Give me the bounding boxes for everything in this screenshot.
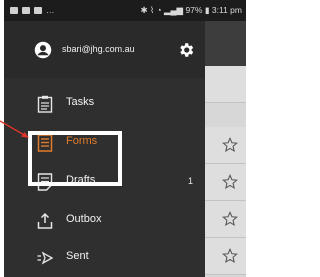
- list-item[interactable]: [204, 238, 246, 275]
- list-item[interactable]: [204, 127, 246, 164]
- phone-screen: … ✱ ⌇ ◔ ▂▄▆ 97% ▮ 3:11 pm sbari@jhg.com.…: [4, 0, 246, 277]
- battery-icon: ▮: [204, 5, 210, 15]
- message-notification-icon: [34, 7, 42, 14]
- status-system: ✱ ⌇ ◔ ▂▄▆ 97% ▮ 3:11 pm: [141, 0, 243, 21]
- account-avatar-icon[interactable]: [34, 41, 52, 59]
- list-item[interactable]: [204, 66, 246, 103]
- drawer-item-label: Tasks: [66, 96, 95, 108]
- drawer-item-label: Sent: [66, 250, 89, 262]
- more-notifications-icon: …: [46, 5, 56, 15]
- outbox-icon: [37, 212, 53, 229]
- battery-level: 97%: [185, 5, 203, 15]
- navigation-drawer: sbari@jhg.com.au Tasks Forms Drafts 1 Ou…: [4, 21, 205, 277]
- list-item[interactable]: [204, 201, 246, 238]
- mail-notification-icon: [22, 7, 30, 14]
- status-notifications: …: [10, 0, 56, 21]
- star-icon[interactable]: [222, 211, 238, 227]
- star-icon[interactable]: [222, 174, 238, 190]
- status-bar: … ✱ ⌇ ◔ ▂▄▆ 97% ▮ 3:11 pm: [4, 0, 246, 21]
- star-icon[interactable]: [222, 137, 238, 153]
- drawer-header: sbari@jhg.com.au: [4, 21, 205, 78]
- annotation-arrow-icon: [0, 120, 29, 138]
- list-item[interactable]: [204, 164, 246, 201]
- drawer-item-sent[interactable]: Sent: [4, 240, 205, 276]
- drawer-item-label: Outbox: [66, 213, 102, 225]
- star-icon[interactable]: [222, 248, 238, 264]
- clipboard-icon: [37, 95, 53, 113]
- background-app: [204, 21, 246, 277]
- send-icon: [37, 251, 53, 265]
- drawer-item-outbox[interactable]: Outbox: [4, 203, 205, 239]
- drafts-count-badge: 1: [187, 176, 193, 186]
- signal-icons: ✱ ⌇ ◔ ▂▄▆: [140, 5, 186, 15]
- drawer-item-tasks[interactable]: Tasks: [4, 86, 205, 122]
- annotation-highlight-box: [28, 131, 122, 186]
- image-notification-icon: [10, 7, 18, 14]
- gear-icon[interactable]: [177, 41, 195, 59]
- account-email[interactable]: sbari@jhg.com.au: [62, 44, 135, 54]
- status-time: 3:11 pm: [211, 5, 242, 15]
- background-app-header: [204, 21, 246, 66]
